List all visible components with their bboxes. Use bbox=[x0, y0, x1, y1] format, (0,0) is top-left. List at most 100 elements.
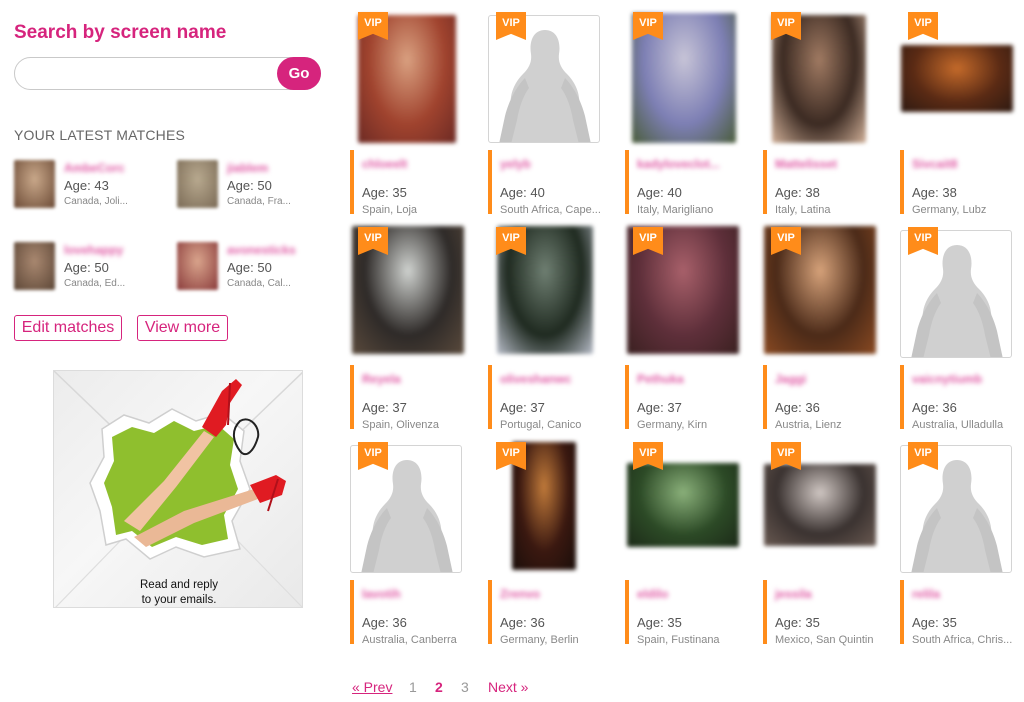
profile-photo[interactable] bbox=[627, 463, 739, 547]
profile-name-link[interactable]: jessila bbox=[775, 587, 812, 601]
profile-card[interactable]: VIP Sivcait8 Age: 38 Germany, Lubz bbox=[900, 5, 1024, 220]
profile-card[interactable]: VIP vaicnytiumb Age: 36 Australia, Ulladull… bbox=[900, 220, 1024, 435]
next-page-link[interactable]: Next » bbox=[488, 679, 528, 695]
profile-photo-area[interactable]: VIP bbox=[488, 435, 623, 575]
profile-age: Age: 35 bbox=[362, 185, 407, 200]
profile-location: Italy, Marigliano bbox=[637, 204, 714, 216]
profile-age: Age: 37 bbox=[637, 400, 682, 415]
profile-photo[interactable] bbox=[772, 15, 866, 143]
profile-info: relila Age: 35 South Africa, Chris... bbox=[900, 580, 1024, 646]
profile-photo-area[interactable]: VIP bbox=[763, 220, 898, 360]
match-location: Canada, Cal... bbox=[227, 278, 291, 289]
profile-name-link[interactable]: Zrenvo bbox=[500, 587, 540, 601]
page-3-link[interactable]: 3 bbox=[461, 679, 469, 695]
latest-match[interactable]: AmbeCorc Age: 43 Canada, Joli... bbox=[14, 160, 174, 212]
latest-match[interactable]: jiablem Age: 50 Canada, Fra... bbox=[177, 160, 337, 212]
profile-location: Australia, Canberra bbox=[362, 634, 457, 646]
profile-location: Germany, Berlin bbox=[500, 634, 579, 646]
profile-photo-area[interactable]: VIP bbox=[625, 435, 760, 575]
profile-name-link[interactable]: lavotih bbox=[362, 587, 401, 601]
promo-text: Read and reply to your emails. bbox=[54, 578, 302, 607]
match-location: Canada, Fra... bbox=[227, 196, 291, 207]
profile-card[interactable]: VIP jessila Age: 35 Mexico, San Quintin bbox=[763, 435, 898, 650]
profile-name-link[interactable]: yelyb bbox=[500, 157, 531, 171]
match-name[interactable]: lovehappy bbox=[64, 243, 123, 257]
profile-age: Age: 37 bbox=[362, 400, 407, 415]
profile-card[interactable]: VIP kadyloveclot... Age: 40 Italy, Mariglia… bbox=[625, 5, 760, 220]
profile-card[interactable]: VIP Reyela Age: 37 Spain, Olivenza bbox=[350, 220, 485, 435]
profile-name-link[interactable]: Mattelisset bbox=[775, 157, 837, 171]
profile-location: Mexico, San Quintin bbox=[775, 634, 874, 646]
go-button[interactable]: Go bbox=[277, 57, 321, 90]
match-avatar[interactable] bbox=[14, 242, 55, 290]
view-more-button[interactable]: View more bbox=[137, 315, 228, 341]
match-avatar[interactable] bbox=[177, 242, 218, 290]
profile-age: Age: 36 bbox=[912, 400, 957, 415]
match-location: Canada, Joli... bbox=[64, 196, 128, 207]
latest-match[interactable]: lovehappy Age: 50 Canada, Ed... bbox=[14, 242, 174, 294]
profile-location: Italy, Latina bbox=[775, 204, 831, 216]
profile-name-link[interactable]: oliveshanwc bbox=[500, 372, 571, 386]
profile-name-link[interactable]: eldilo bbox=[637, 587, 668, 601]
profile-name-link[interactable]: kadyloveclot... bbox=[637, 157, 720, 171]
profile-name-link[interactable]: relila bbox=[912, 587, 940, 601]
profile-photo-area[interactable]: VIP bbox=[763, 435, 898, 575]
profile-photo-area[interactable]: VIP bbox=[625, 220, 760, 360]
profile-name-link[interactable]: Sivcait8 bbox=[912, 157, 957, 171]
profile-photo-area[interactable]: VIP bbox=[900, 5, 1024, 145]
profile-name-link[interactable]: chloeelt bbox=[362, 157, 407, 171]
profile-info: oliveshanwc Age: 37 Portugal, Canico bbox=[488, 365, 623, 431]
latest-match[interactable]: avonesticks Age: 50 Canada, Cal... bbox=[177, 242, 337, 294]
edit-matches-button[interactable]: Edit matches bbox=[14, 315, 122, 341]
profile-card[interactable]: VIP chloeelt Age: 35 Spain, Loja bbox=[350, 5, 485, 220]
profile-info: Zrenvo Age: 36 Germany, Berlin bbox=[488, 580, 623, 646]
profile-photo-area[interactable]: VIP bbox=[350, 220, 485, 360]
match-name[interactable]: avonesticks bbox=[227, 243, 296, 257]
profile-photo-area[interactable]: VIP bbox=[900, 220, 1024, 360]
profile-photo[interactable] bbox=[764, 464, 876, 546]
profile-age: Age: 38 bbox=[912, 185, 957, 200]
profile-card[interactable]: VIP oliveshanwc Age: 37 Portugal, Canico bbox=[488, 220, 623, 435]
search-title: Search by screen name bbox=[14, 22, 227, 43]
match-name[interactable]: AmbeCorc bbox=[64, 161, 125, 175]
profile-age: Age: 36 bbox=[362, 615, 407, 630]
profile-card[interactable]: VIP Pethuka Age: 37 Germany, Kirn bbox=[625, 220, 760, 435]
profile-age: Age: 35 bbox=[912, 615, 957, 630]
match-name[interactable]: jiablem bbox=[227, 161, 268, 175]
profile-photo[interactable] bbox=[358, 15, 456, 143]
profile-photo-area[interactable]: VIP bbox=[488, 220, 623, 360]
promo-line-1: Read and reply bbox=[140, 579, 218, 591]
profile-card[interactable]: VIP Zrenvo Age: 36 Germany, Berlin bbox=[488, 435, 623, 650]
profile-grid: VIP chloeelt Age: 35 Spain, Loja VIP yelyb Age… bbox=[350, 0, 1024, 702]
screen-name-input[interactable] bbox=[25, 62, 275, 86]
prev-page-link[interactable]: « Prev bbox=[352, 679, 392, 695]
profile-age: Age: 35 bbox=[775, 615, 820, 630]
profile-photo-area[interactable]: VIP bbox=[625, 5, 760, 145]
profile-photo-area[interactable]: VIP bbox=[350, 5, 485, 145]
profile-photo-area[interactable]: VIP bbox=[488, 5, 623, 145]
match-avatar[interactable] bbox=[14, 160, 55, 208]
email-promo-banner[interactable]: Read and reply to your emails. bbox=[53, 370, 303, 608]
profile-photo-area[interactable]: VIP bbox=[900, 435, 1024, 575]
profile-photo-area[interactable]: VIP bbox=[350, 435, 485, 575]
profile-card[interactable]: VIP relila Age: 35 South Africa, Chris... bbox=[900, 435, 1024, 650]
profile-card[interactable]: VIP yelyb Age: 40 South Africa, Cape... bbox=[488, 5, 623, 220]
search-box: Go bbox=[14, 57, 321, 90]
profile-name-link[interactable]: Pethuka bbox=[637, 372, 684, 386]
profile-photo[interactable] bbox=[901, 45, 1013, 112]
profile-name-link[interactable]: vaicnytiumb bbox=[912, 372, 982, 386]
match-age: Age: 50 bbox=[227, 260, 272, 275]
profile-name-link[interactable]: Reyela bbox=[362, 372, 401, 386]
profile-card[interactable]: VIP Mattelisset Age: 38 Italy, Latina bbox=[763, 5, 898, 220]
page-1-link[interactable]: 1 bbox=[409, 679, 417, 695]
profile-age: Age: 40 bbox=[637, 185, 682, 200]
profile-name-link[interactable]: Jaggi bbox=[775, 372, 806, 386]
match-avatar[interactable] bbox=[177, 160, 218, 208]
profile-card[interactable]: VIP Jaggi Age: 36 Austria, Lienz bbox=[763, 220, 898, 435]
profile-card[interactable]: VIP eldilo Age: 35 Spain, Fustinana bbox=[625, 435, 760, 650]
profile-info: lavotih Age: 36 Australia, Canberra bbox=[350, 580, 485, 646]
profile-location: Australia, Ulladulla bbox=[912, 419, 1004, 431]
profile-card[interactable]: VIP lavotih Age: 36 Australia, Canberra bbox=[350, 435, 485, 650]
profile-photo-area[interactable]: VIP bbox=[763, 5, 898, 145]
profile-info: Sivcait8 Age: 38 Germany, Lubz bbox=[900, 150, 1024, 216]
